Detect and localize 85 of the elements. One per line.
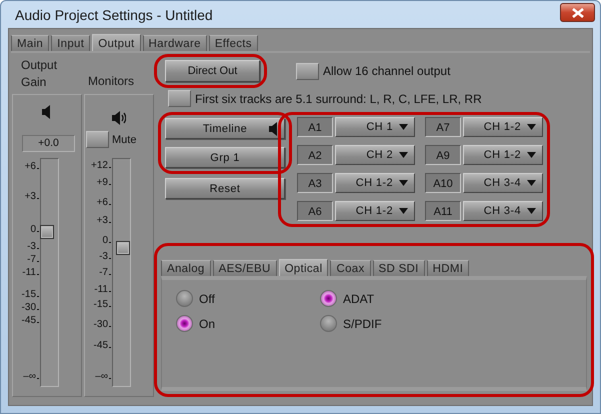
caret-icon — [399, 208, 408, 214]
track-label: A2 — [297, 145, 333, 165]
channel-dropdown[interactable]: CH 2 — [335, 145, 415, 165]
radio-label: Off — [199, 292, 215, 306]
tab[interactable]: AES/EBU — [212, 260, 277, 276]
reset-button[interactable]: Reset — [165, 178, 285, 199]
checkbox-label: Allow 16 channel output — [323, 64, 450, 78]
caret-icon — [399, 124, 408, 130]
scale-label: -45 — [94, 340, 108, 352]
caret-icon — [399, 152, 408, 158]
scale-label: -3 — [99, 250, 108, 263]
scale-label: +3 — [96, 215, 108, 228]
tab[interactable]: Input — [51, 35, 90, 51]
scale-label: -30 — [22, 302, 36, 314]
radio-label: ADAT — [343, 292, 374, 306]
radio-label: On — [199, 316, 216, 330]
tab[interactable]: HDMI — [426, 260, 470, 276]
radio-button[interactable] — [176, 290, 193, 307]
track-label: A6 — [297, 201, 333, 221]
close-button[interactable] — [560, 3, 595, 22]
scale-label: -15 — [22, 289, 36, 302]
slider-thumb[interactable] — [116, 240, 130, 255]
direct-out-button[interactable]: Direct Out — [165, 60, 260, 82]
channel-dropdown[interactable]: CH 1-2 — [463, 117, 543, 137]
scale-label: +9 — [96, 177, 108, 190]
track-label: A10 — [425, 173, 461, 193]
speaker-icon — [42, 105, 52, 119]
checkbox[interactable] — [296, 62, 319, 80]
scale-label: 0 — [30, 224, 36, 236]
scale-label: +12 — [91, 160, 108, 172]
track-label: A11 — [425, 201, 461, 221]
tab[interactable]: Optical — [278, 259, 328, 276]
tab[interactable]: SD SDI — [372, 260, 425, 276]
scale-label: -11 — [94, 284, 108, 296]
window-title: Audio Project Settings - Untitled — [15, 6, 213, 22]
tab[interactable]: Effects — [208, 35, 258, 51]
scale-label: -30 — [94, 318, 108, 331]
caret-icon — [399, 180, 408, 186]
section-label: Monitors — [87, 73, 136, 90]
caret-icon — [527, 180, 536, 186]
value-display: +0.0 — [22, 135, 75, 152]
radio-label: S/PDIF — [343, 316, 382, 330]
caret-icon — [527, 208, 536, 214]
radio-button[interactable] — [320, 315, 338, 332]
scale-label: -7 — [99, 266, 108, 279]
tab[interactable]: Main — [11, 35, 50, 51]
scale-label: –∞ — [23, 370, 36, 383]
scale-label: +3 — [24, 190, 36, 203]
mute-checkbox[interactable] — [86, 131, 109, 148]
mute-label: Mute — [112, 134, 136, 146]
tab[interactable]: Output — [92, 34, 141, 51]
routing-button[interactable]: Timeline — [165, 118, 285, 139]
caret-icon — [527, 124, 536, 130]
scale-label: -15 — [94, 299, 108, 312]
channel-dropdown[interactable]: CH 1-2 — [335, 173, 415, 193]
checkbox-label: First six tracks are 5.1 surround: L, R, C, LFE, LR, RR — [195, 92, 482, 106]
scale-label: –∞ — [95, 370, 108, 383]
tab[interactable]: Analog — [161, 260, 211, 276]
channel-dropdown[interactable]: CH 1-2 — [335, 201, 415, 221]
radio-button[interactable] — [176, 315, 193, 332]
slider-thumb[interactable] — [40, 224, 54, 239]
track-label: A3 — [297, 173, 333, 193]
channel-dropdown[interactable]: CH 3-4 — [463, 201, 543, 221]
channel-dropdown[interactable]: CH 3-4 — [463, 173, 543, 193]
radio-button[interactable] — [320, 290, 338, 307]
routing-button[interactable]: Grp 1 — [165, 147, 285, 168]
speaker-waves-icon — [112, 111, 126, 125]
checkbox[interactable] — [168, 90, 191, 107]
scale-label: -7 — [27, 254, 36, 266]
scale-label: +6 — [24, 161, 36, 174]
scale-label: 0 — [102, 235, 108, 248]
tab[interactable]: Hardware — [142, 35, 207, 51]
channel-dropdown[interactable]: CH 1-2 — [463, 145, 543, 165]
track-label: A7 — [425, 117, 461, 137]
close-icon — [572, 8, 584, 18]
scale-label: -45 — [22, 314, 36, 327]
tab[interactable]: Coax — [330, 260, 371, 276]
channel-dropdown[interactable]: CH 1 — [335, 117, 415, 137]
scale-label: +6 — [96, 196, 108, 209]
section-label: Output Gain — [20, 57, 58, 91]
scale-label: -11 — [22, 266, 36, 279]
track-label: A1 — [297, 117, 333, 137]
track-label: A9 — [425, 145, 461, 165]
caret-icon — [527, 152, 536, 158]
scale-label: -3 — [27, 240, 36, 253]
